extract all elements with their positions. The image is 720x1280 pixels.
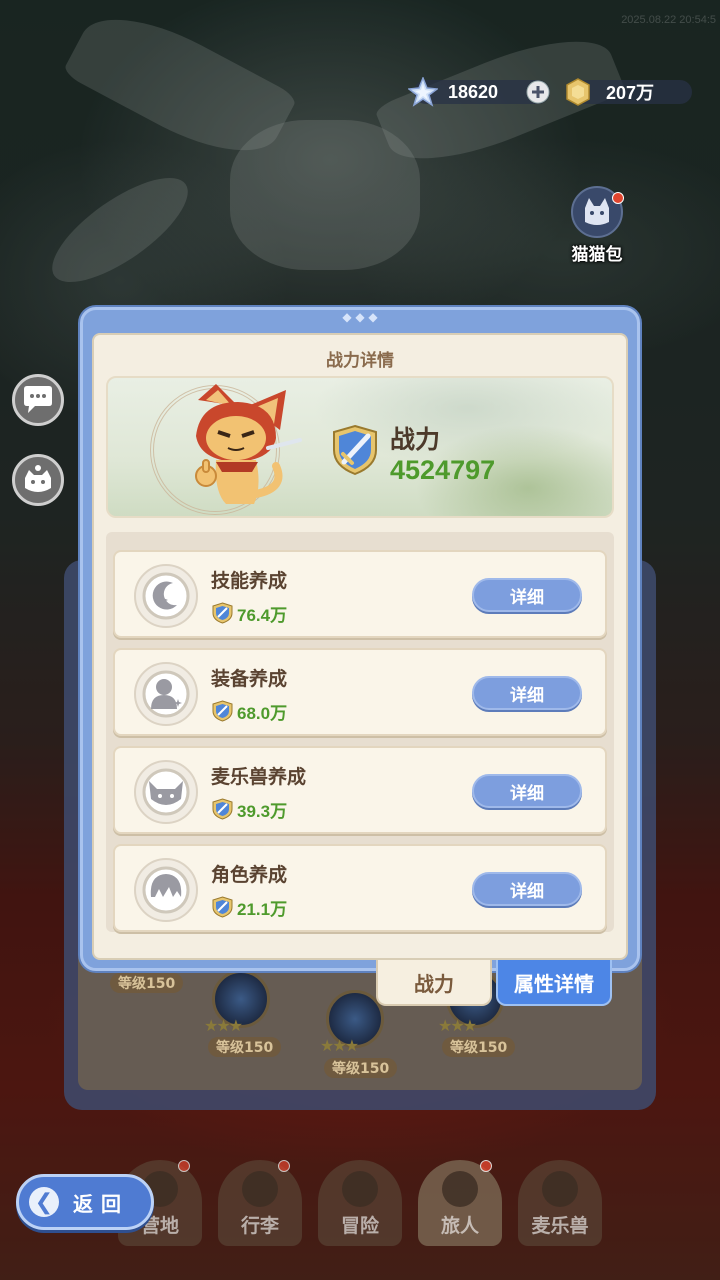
character-hair-icon (134, 858, 198, 922)
item-name: 麦乐兽养成 (211, 766, 307, 788)
nav-label: 旅人 (440, 1215, 479, 1237)
ornament-icon: ◆ ◆ ◆ (342, 310, 378, 324)
notification-dot (612, 192, 624, 204)
star-rating: ★★★ (320, 1036, 359, 1055)
timestamp: 2025.08.22 20:54:5 (621, 14, 716, 26)
list-item-skill: 技能养成 76.4万 详细 (113, 550, 607, 638)
crossed-swords-icon (342, 1171, 378, 1207)
nav-label: 行李 (240, 1215, 279, 1237)
fox-pet-icon (134, 760, 198, 824)
item-name: 技能养成 (211, 570, 288, 592)
list-item-character: 角色养成 21.1万 详细 (113, 844, 607, 932)
notification-dot (178, 1160, 190, 1172)
cat-bag-label: 猫猫包 (571, 245, 623, 265)
dialog-title: 战力详情 (326, 351, 394, 371)
item-name: 角色养成 (211, 864, 288, 886)
star-rating: ★★★ (438, 1016, 477, 1035)
pet-face-button[interactable] (12, 454, 64, 506)
power-value: 4524797 (390, 455, 496, 485)
chest-icon (242, 1171, 278, 1207)
list-item-equipment: 装备养成 68.0万 详细 (113, 648, 607, 736)
level-tag: 等级150 (442, 1037, 516, 1057)
star-rating: ★★★ (204, 1016, 243, 1035)
gem-counter: 18620 (408, 77, 550, 107)
shield-icon (212, 798, 233, 820)
nav-luggage[interactable]: 行李 (218, 1160, 302, 1246)
item-name: 装备养成 (211, 668, 288, 690)
notification-dot (278, 1160, 290, 1172)
notification-dot (480, 1160, 492, 1172)
coin-amount: 207万 (606, 83, 655, 103)
item-value: 39.3万 (237, 802, 288, 821)
gold-coin-icon (566, 78, 590, 106)
nav-pets[interactable]: 麦乐兽 (518, 1160, 602, 1246)
nav-adventure[interactable]: 冒险 (318, 1160, 402, 1246)
power-label: 战力 (390, 425, 441, 454)
plus-icon[interactable] (526, 80, 550, 104)
shield-icon (212, 700, 233, 722)
level-tag: 等级150 (324, 1058, 398, 1078)
list-item-pet: 麦乐兽养成 39.3万 详细 (113, 746, 607, 834)
nav-label: 麦乐兽 (531, 1215, 589, 1237)
pet-face-icon (25, 465, 51, 492)
nav-traveler[interactable]: 旅人 (418, 1160, 502, 1246)
nav-label: 冒险 (340, 1215, 379, 1237)
tab-power[interactable]: 战力 (376, 960, 492, 1006)
equipment-detail-button[interactable]: 详细 (472, 676, 582, 710)
item-value: 21.1万 (237, 900, 288, 919)
traveler-face-icon (442, 1171, 478, 1207)
equipment-figure-icon (134, 662, 198, 726)
star-crystal-icon (408, 77, 438, 107)
item-value: 76.4万 (237, 606, 288, 625)
chat-button[interactable] (12, 374, 64, 426)
gem-amount: 18620 (448, 81, 499, 102)
power-shield-icon (333, 424, 377, 476)
level-tag: 等级150 (208, 1037, 282, 1057)
pet-fox-icon (542, 1171, 578, 1207)
skill-detail-button[interactable]: 详细 (472, 578, 582, 612)
shield-icon (212, 602, 233, 624)
level-tag: 等级150 (110, 973, 184, 993)
chat-bubble-icon (24, 386, 52, 413)
back-label: 返回 (73, 1191, 129, 1216)
tab-attribute-details[interactable]: 属性详情 (496, 960, 612, 1006)
item-value: 68.0万 (237, 704, 288, 723)
coin-counter: 207万 (566, 78, 692, 106)
fox-cat-character-icon (195, 384, 302, 504)
pet-detail-button[interactable]: 详细 (472, 774, 582, 808)
character-detail-button[interactable]: 详细 (472, 872, 582, 906)
skill-moon-icon (134, 564, 198, 628)
back-button[interactable]: ❮ 返回 (16, 1174, 154, 1230)
back-arrow-icon: ❮ (29, 1187, 59, 1217)
cat-bag-button[interactable]: 猫猫包 (566, 186, 628, 272)
shield-icon (212, 896, 233, 918)
